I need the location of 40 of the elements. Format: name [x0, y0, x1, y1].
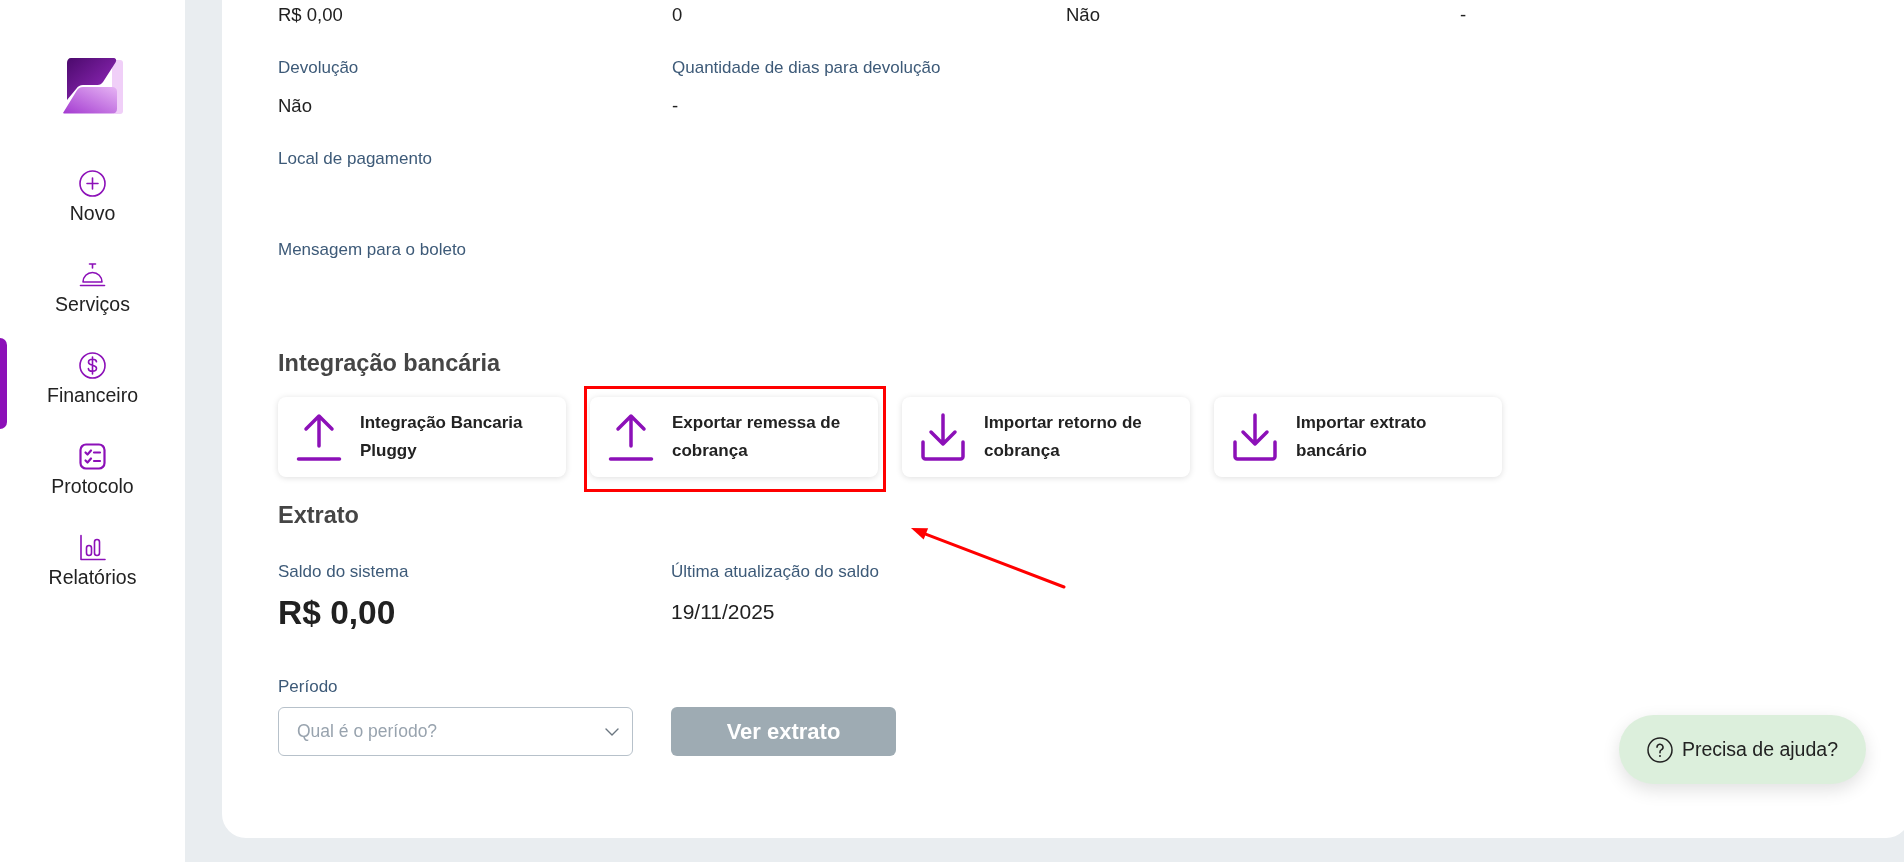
bar-chart-icon: [79, 534, 106, 561]
balance-amount: R$ 0,00: [278, 593, 396, 632]
integration-card[interactable]: Importar retorno de cobrança: [902, 397, 1190, 477]
field-label: Local de pagamento: [278, 148, 433, 170]
field-value: -: [672, 94, 679, 118]
checklist-icon: [79, 443, 106, 470]
field-label: Mensagem para o boleto: [278, 239, 467, 261]
field-label: Devolução: [278, 57, 359, 79]
field-value: R$ 0,00: [278, 3, 343, 27]
sidebar-item[interactable]: Protocolo: [0, 429, 185, 520]
date-value: 19/11/2025: [671, 599, 775, 625]
sidebar-item[interactable]: Serviços: [0, 247, 185, 338]
field-label: Saldo do sistema: [278, 561, 409, 583]
download-icon: [1232, 412, 1278, 462]
plus-circle-icon: [79, 170, 106, 197]
upload-icon: [296, 412, 342, 462]
field-label: Última atualização do saldo: [671, 561, 879, 583]
section-title: Integração bancária: [278, 350, 502, 377]
app-logo: [62, 58, 123, 114]
section-title: Extrato: [278, 502, 360, 529]
field-value: 0: [672, 3, 683, 27]
chevron-down-icon: [605, 728, 619, 736]
help-button[interactable]: Precisa de ajuda?: [1618, 715, 1866, 784]
upload-icon: [608, 412, 654, 462]
field-label: Quantidade de dias para devolução: [672, 57, 941, 79]
sidebar-item[interactable]: Relatórios: [0, 520, 185, 611]
field-label: Período: [278, 676, 338, 698]
integration-card[interactable]: Importar extrato bancário: [1214, 397, 1502, 477]
field-value: Não: [278, 94, 312, 118]
sidebar-item[interactable]: Financeiro: [0, 338, 185, 429]
sidebar-item[interactable]: Novo: [0, 156, 185, 247]
service-bell-icon: [79, 261, 106, 288]
download-icon: [920, 412, 966, 462]
help-circle-icon: [1646, 736, 1673, 763]
integration-card[interactable]: Exportar remessa de cobrança: [590, 397, 878, 477]
integration-card[interactable]: Integração Bancaria Pluggy: [278, 397, 566, 477]
field-value: Não: [1066, 3, 1100, 27]
period-select[interactable]: Qual é o período?: [278, 707, 633, 756]
dollar-circle-icon: [79, 352, 106, 379]
field-value: -: [1460, 3, 1467, 27]
